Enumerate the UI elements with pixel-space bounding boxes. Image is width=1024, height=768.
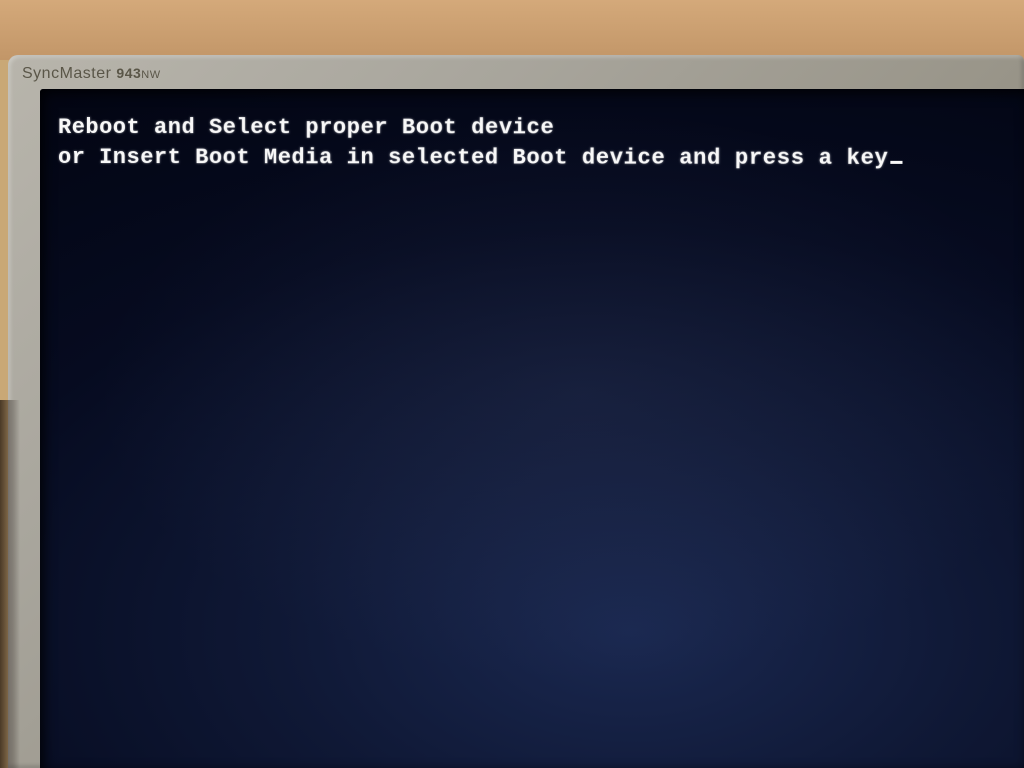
bios-error-message: Reboot and Select proper Boot device or … — [58, 113, 903, 173]
bios-line-2: or Insert Boot Media in selected Boot de… — [58, 145, 889, 171]
monitor-brand-name: SyncMaster — [22, 65, 111, 82]
wall-background — [0, 0, 1024, 60]
bios-line-1: Reboot and Select proper Boot device — [58, 115, 554, 140]
shadow-left-edge — [0, 400, 20, 768]
text-cursor — [890, 161, 902, 164]
monitor-model-suffix: NW — [141, 69, 160, 81]
monitor-model-number: 943 — [116, 65, 141, 81]
monitor-bezel: SyncMaster 943NW Reboot and Select prope… — [8, 55, 1024, 768]
monitor-brand-label: SyncMaster 943NW — [22, 65, 161, 83]
monitor-screen[interactable]: Reboot and Select proper Boot device or … — [40, 89, 1024, 768]
